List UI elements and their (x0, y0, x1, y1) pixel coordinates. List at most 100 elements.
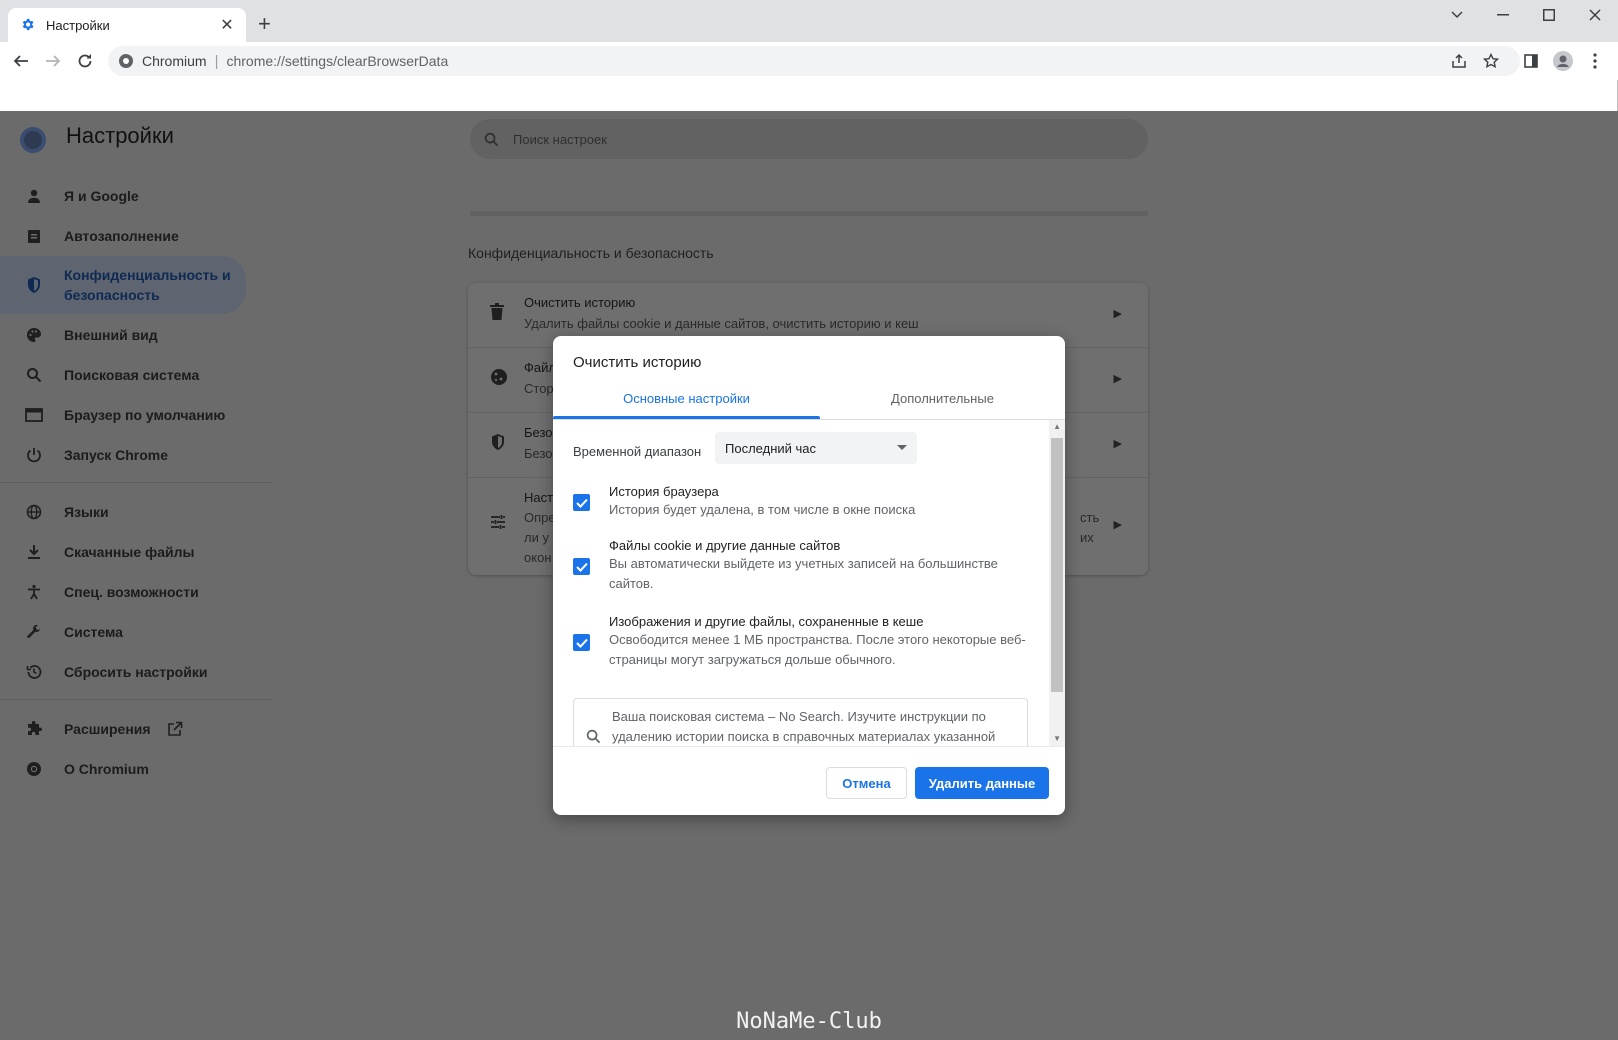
maximize-button[interactable] (1526, 0, 1572, 30)
menu-dots-icon[interactable] (1582, 48, 1608, 74)
row-desc-2: ли у (524, 530, 549, 545)
download-icon (24, 544, 44, 560)
scroll-down-arrow-icon[interactable]: ▼ (1053, 734, 1061, 743)
search-icon (586, 729, 601, 744)
toolbar-spacer (0, 80, 1618, 111)
forward-button[interactable] (40, 48, 66, 74)
time-range-label: Временной диапазон (573, 444, 702, 459)
globe-icon (24, 504, 44, 520)
section-title: Конфиденциальность и безопасность (468, 245, 714, 261)
back-button[interactable] (8, 48, 34, 74)
row-desc-right-1: сть (1080, 510, 1100, 525)
sidebar-item-appearance[interactable]: Внешний вид (0, 315, 158, 355)
dialog-footer-divider (553, 746, 1065, 747)
palette-icon (24, 327, 44, 343)
sidebar-item-on-startup[interactable]: Запуск Chrome (0, 435, 168, 475)
chromium-icon (118, 53, 134, 69)
chevron-right-icon: ▶ (1113, 438, 1122, 450)
tab-search-icon[interactable] (1434, 0, 1480, 30)
row-desc-3: окон (524, 550, 552, 565)
row-title: Очистить историю (524, 295, 636, 310)
address-bar[interactable]: Chromium | chrome://settings/clearBrowse… (108, 46, 1520, 76)
trash-icon (490, 303, 504, 321)
share-icon[interactable] (1446, 48, 1472, 74)
puzzle-icon (24, 721, 44, 737)
sidebar-item-you-and-google[interactable]: Я и Google (0, 176, 139, 216)
sidebar-item-label: О Chromium (64, 761, 149, 777)
sidebar-item-label: Внешний вид (64, 327, 158, 343)
browser-tab-settings[interactable]: Настройки ✕ (8, 8, 246, 42)
settings-search-input[interactable]: Поиск настроек (470, 119, 1148, 159)
option-cached-images: Изображения и другие файлы, сохраненные … (553, 614, 1049, 676)
clipboard-icon (24, 228, 44, 244)
sidebar-item-label: Конфиденциальность и (64, 267, 231, 283)
profile-avatar-icon[interactable] (1550, 48, 1576, 74)
sidebar-item-downloads[interactable]: Скачанные файлы (0, 532, 195, 572)
search-icon (484, 132, 499, 147)
sidebar-item-privacy[interactable]: Конфиденциальность и безопасность (0, 256, 246, 314)
tab-close-icon[interactable]: ✕ (218, 15, 236, 35)
sidebar-item-label: Браузер по умолчанию (64, 407, 226, 423)
site-name: Chromium (142, 53, 207, 69)
chevron-right-icon: ▶ (1113, 308, 1122, 320)
option-desc: История будет удалена, в том числе в окн… (609, 502, 916, 517)
sidebar-item-label: Система (64, 624, 123, 640)
row-desc-right-2: их (1080, 530, 1094, 545)
history-icon (24, 664, 44, 680)
time-range-select[interactable]: Последний час (715, 432, 917, 464)
shield-icon (24, 276, 44, 294)
dialog-scroll-area[interactable]: Временной диапазон Последний час История… (553, 420, 1065, 746)
sidebar-item-label: Спец. возможности (64, 584, 199, 600)
sidebar-item-reset[interactable]: Сбросить настройки (0, 652, 207, 692)
bookmark-star-icon[interactable] (1478, 48, 1504, 74)
sidebar-item-accessibility[interactable]: Спец. возможности (0, 572, 199, 612)
checkbox-browsing-history[interactable] (573, 494, 590, 511)
sidebar-item-about[interactable]: О Chromium (0, 749, 149, 789)
tab-strip: Настройки ✕ + (0, 0, 1618, 42)
sidebar-item-privacy-text: Конфиденциальность и безопасность (64, 265, 231, 305)
shield-icon (490, 433, 506, 451)
option-title: Файлы cookie и другие данные сайтов (609, 538, 841, 553)
scroll-up-arrow-icon[interactable]: ▲ (1053, 422, 1061, 431)
sidebar-item-search-engine[interactable]: Поисковая система (0, 355, 199, 395)
open-external-icon (167, 721, 183, 737)
minimize-button[interactable] (1480, 0, 1526, 30)
wrench-icon (24, 624, 44, 640)
reload-button[interactable] (72, 48, 98, 74)
sidebar-item-label-cont: безопасность (64, 287, 160, 303)
row-desc: Опре (524, 510, 556, 525)
time-range-value: Последний час (725, 440, 817, 456)
option-title: История браузера (609, 484, 719, 499)
sidebar-item-extensions[interactable]: Расширения (0, 709, 183, 749)
delete-data-button[interactable]: Удалить данные (915, 767, 1049, 799)
option-cookies: Файлы cookie и другие данные сайтов Вы а… (553, 538, 1049, 600)
close-window-button[interactable] (1572, 0, 1618, 30)
sidebar-item-label: Запуск Chrome (64, 447, 169, 463)
side-panel-icon[interactable] (1518, 48, 1544, 74)
sidebar-item-label: Скачанные файлы (64, 544, 195, 560)
sidebar-item-system[interactable]: Система (0, 612, 123, 652)
row-title: Наст (524, 490, 554, 505)
person-icon (24, 188, 44, 204)
row-desc: Удалить файлы cookie и данные сайтов, оч… (524, 316, 919, 331)
tab-advanced[interactable]: Дополнительные (820, 376, 1065, 420)
tab-title: Настройки (46, 17, 110, 33)
browser-toolbar: Chromium | chrome://settings/clearBrowse… (0, 42, 1618, 80)
row-title: Безо (524, 425, 553, 440)
sidebar-item-default-browser[interactable]: Браузер по умолчанию (0, 395, 225, 435)
chromium-icon (24, 761, 44, 777)
checkbox-cookies[interactable] (573, 558, 590, 575)
sidebar-item-languages[interactable]: Языки (0, 492, 109, 532)
scrollbar-thumb[interactable] (1051, 438, 1063, 692)
sidebar-item-autofill[interactable]: Автозаполнение (0, 216, 179, 256)
search-icon (24, 367, 44, 383)
new-tab-button[interactable]: + (258, 12, 271, 36)
option-desc: Освободится менее 1 МБ пространства. Пос… (609, 632, 1026, 667)
browser-icon (24, 408, 44, 422)
sidebar-item-label: Языки (64, 504, 109, 520)
tab-basic[interactable]: Основные настройки (553, 376, 820, 420)
cookie-icon (490, 368, 508, 386)
checkbox-cached-images[interactable] (573, 634, 590, 651)
cancel-button[interactable]: Отмена (826, 767, 907, 799)
sidebar-item-label: Поисковая система (64, 367, 200, 383)
